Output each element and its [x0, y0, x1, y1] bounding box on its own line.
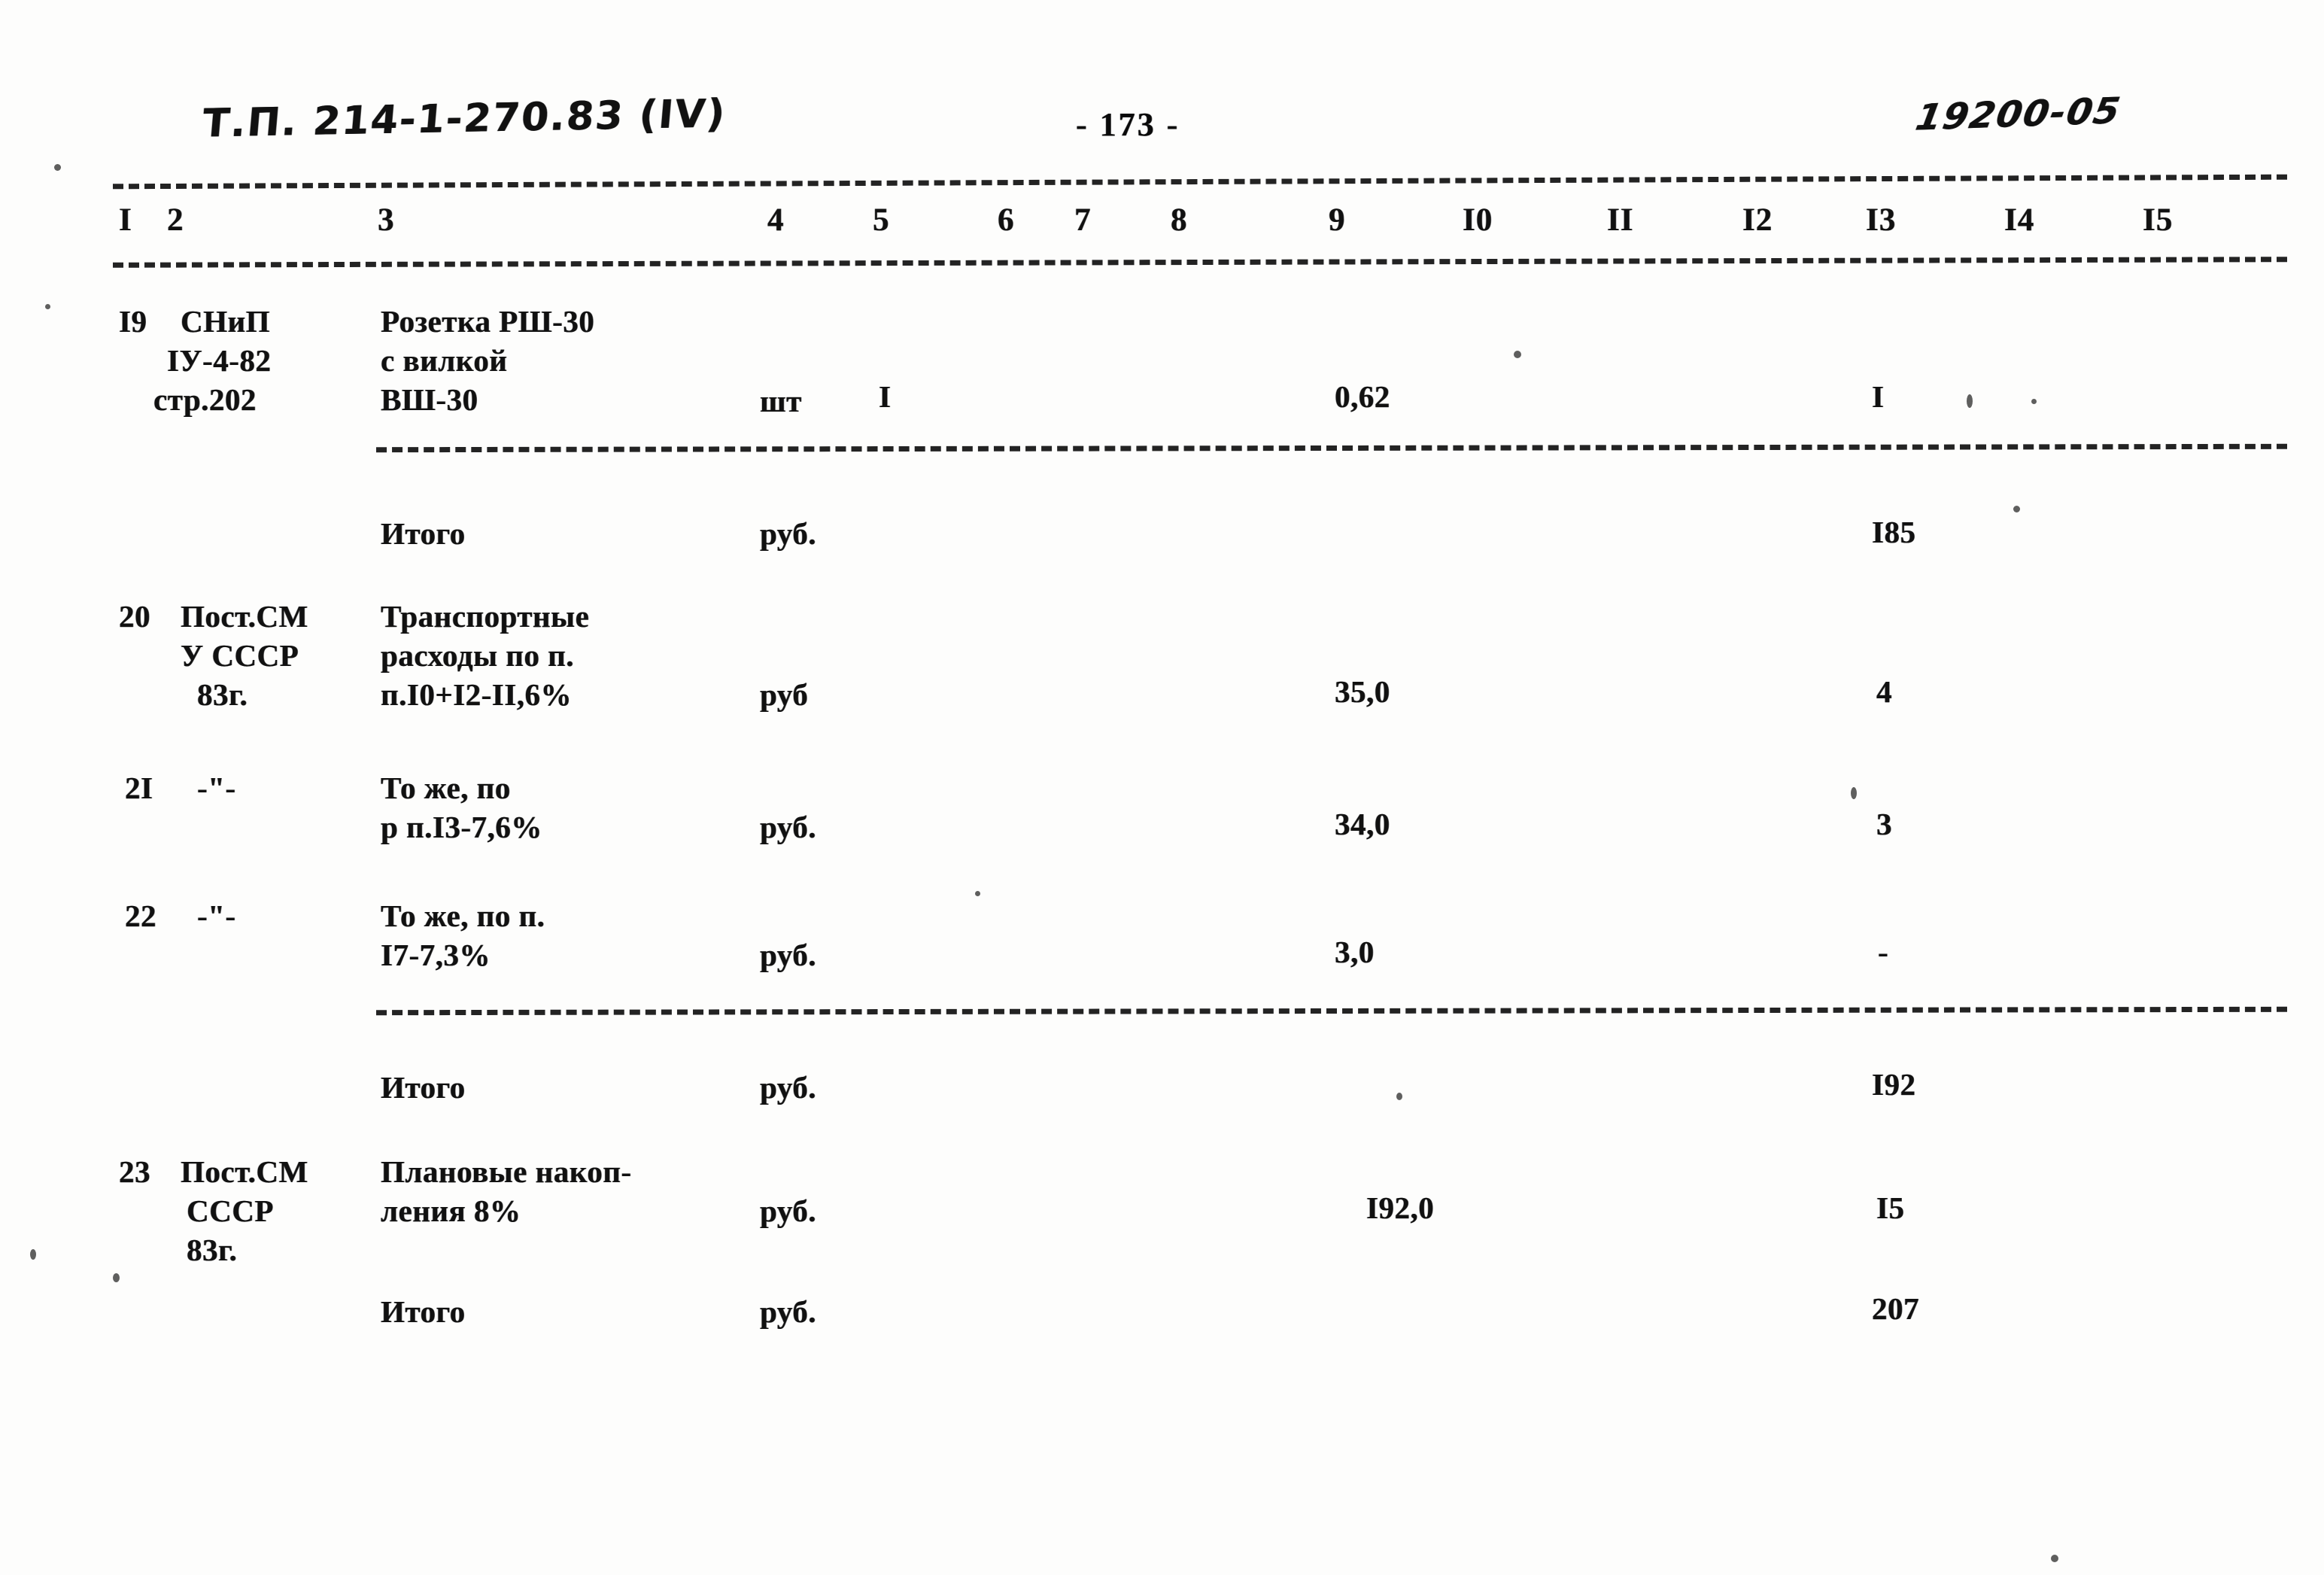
- table-rule-top: [112, 174, 2288, 190]
- row-description-line-1: Плановые накоп-: [381, 1154, 632, 1189]
- row-basis-line-3: стр.202: [153, 382, 257, 417]
- row-description-line-2: расходы по п.: [381, 638, 574, 673]
- document-code-handwritten: Т.П. 214-1-270.83 (IV): [200, 91, 728, 147]
- row-col9-value: 0,62: [1335, 379, 1390, 414]
- row-description-line-2: с вилкой: [381, 343, 508, 378]
- row-col13-value: I5: [1876, 1190, 1905, 1225]
- row-description-line-2: ления 8%: [381, 1193, 521, 1228]
- table-rule-after-row-22: [375, 1006, 2288, 1016]
- scan-speckle: [1396, 1093, 1402, 1100]
- row-basis-line-1: Пост.СМ: [181, 599, 308, 634]
- scan-speckle: [2031, 399, 2037, 404]
- row-no: 22: [125, 898, 156, 933]
- archive-stamp-code-handwritten: 19200-05: [1912, 90, 2125, 139]
- row-description-line-1: Транспортные: [381, 599, 590, 634]
- row-no: 2I: [125, 771, 153, 805]
- total-unit: руб.: [760, 1070, 816, 1105]
- row-no: 20: [119, 599, 150, 634]
- total-col13-value: I92: [1872, 1067, 1916, 1102]
- row-basis-line-2: У СССР: [181, 638, 299, 673]
- column-number-11: II: [1607, 202, 1634, 238]
- column-number-13: I3: [1866, 202, 1897, 238]
- table-rule-under-colnums: [112, 257, 2288, 268]
- row-col13-value: 3: [1876, 807, 1892, 841]
- column-number-12: I2: [1742, 202, 1773, 238]
- row-unit: руб: [760, 677, 809, 712]
- row-col9-value: I92,0: [1366, 1190, 1435, 1225]
- table-rule-after-row-19: [375, 443, 2288, 453]
- total-col13-value: I85: [1872, 515, 1916, 549]
- scan-speckle: [1514, 351, 1521, 358]
- total-unit: руб.: [760, 516, 816, 551]
- column-number-3: 3: [378, 202, 395, 238]
- row-description-line-2: р п.I3-7,6%: [381, 810, 542, 844]
- row-basis-line-3: 83г.: [187, 1233, 238, 1267]
- scan-speckle: [45, 304, 50, 309]
- column-number-1: I: [119, 202, 132, 238]
- column-number-5: 5: [873, 202, 890, 238]
- total-label: Итого: [381, 1070, 466, 1105]
- row-unit: шт: [760, 384, 802, 418]
- row-quantity: I: [879, 379, 892, 414]
- row-col9-value: 34,0: [1335, 807, 1390, 841]
- column-number-2: 2: [167, 202, 184, 238]
- row-description-line-1: То же, по п.: [381, 898, 545, 933]
- row-col9-value: 35,0: [1335, 674, 1390, 709]
- row-basis-line-1: -"-: [197, 771, 236, 805]
- column-number-10: I0: [1463, 202, 1493, 238]
- row-unit: руб.: [760, 938, 816, 972]
- row-basis-line-2: СССР: [187, 1193, 274, 1228]
- row-unit: руб.: [760, 810, 816, 844]
- row-description-line-3: ВШ-30: [381, 382, 478, 417]
- row-basis-line-2: IУ-4-82: [167, 343, 272, 378]
- scan-speckle: [1967, 394, 1973, 408]
- scan-speckle: [2051, 1555, 2058, 1562]
- row-col13-value: -: [1878, 935, 1889, 969]
- scan-speckle: [1851, 787, 1857, 799]
- row-col13-value: 4: [1876, 674, 1892, 709]
- row-basis-line-1: Пост.СМ: [181, 1154, 308, 1189]
- column-number-15: I5: [2143, 202, 2174, 238]
- row-col9-value: 3,0: [1335, 935, 1375, 969]
- page-number: - 173 -: [1076, 106, 1180, 143]
- row-description-line-1: То же, по: [381, 771, 511, 805]
- total-col13-value: 207: [1872, 1291, 1919, 1326]
- column-number-6: 6: [998, 202, 1015, 238]
- scanned-page: Т.П. 214-1-270.83 (IV) - 173 - 19200-05 …: [0, 0, 2324, 1575]
- row-no: I9: [119, 304, 147, 339]
- scan-speckle: [113, 1273, 120, 1282]
- row-unit: руб.: [760, 1193, 816, 1228]
- column-number-9: 9: [1329, 202, 1346, 238]
- column-number-4: 4: [767, 202, 785, 238]
- scan-speckle: [30, 1249, 36, 1260]
- total-unit: руб.: [760, 1294, 816, 1329]
- column-number-8: 8: [1171, 202, 1188, 238]
- row-no: 23: [119, 1154, 150, 1189]
- row-basis-line-1: -"-: [197, 898, 236, 933]
- total-label: Итого: [381, 1294, 466, 1329]
- total-label: Итого: [381, 516, 466, 551]
- row-description-line-3: п.I0+I2-II,6%: [381, 677, 572, 712]
- scan-speckle: [54, 164, 61, 171]
- row-description-line-1: Розетка РШ-30: [381, 304, 595, 339]
- scan-speckle: [2013, 506, 2020, 512]
- row-basis-line-3: 83г.: [197, 677, 248, 712]
- column-number-7: 7: [1074, 202, 1092, 238]
- column-number-14: I4: [2004, 202, 2035, 238]
- scan-speckle: [975, 891, 980, 896]
- row-description-line-2: I7-7,3%: [381, 938, 491, 972]
- row-col13-value: I: [1872, 379, 1885, 414]
- row-basis-line-1: СНиП: [181, 304, 271, 339]
